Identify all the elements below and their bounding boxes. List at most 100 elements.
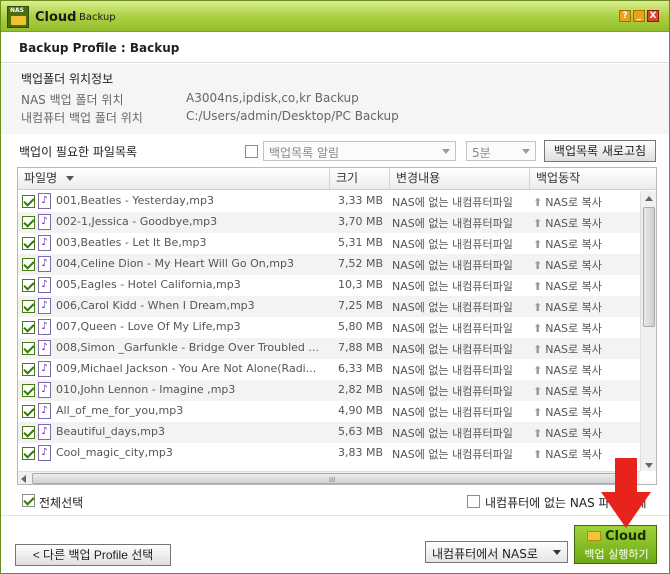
row-checkbox[interactable] (22, 300, 35, 313)
table-body: ♪ 001,Beatles - Yesterday,mp3 3,33 MB NAS에 … (18, 191, 640, 471)
profile-header: Backup Profile : Backup (1, 33, 669, 63)
chevron-down-icon (553, 550, 561, 555)
cell-file-name: 005,Eagles - Hotel California,mp3 (56, 278, 241, 291)
cell-change: NAS에 없는 내컴퓨터파일 (392, 406, 513, 419)
table-row[interactable]: ♪ All_of_me_for_you,mp3 4,90 MB NAS에 없는 내컴퓨… (18, 401, 640, 422)
row-checkbox[interactable] (22, 405, 35, 418)
music-file-icon: ♪ (38, 340, 51, 356)
table-row[interactable]: ♪ 006,Carol Kidd - When I Dream,mp3 7,25 M… (18, 296, 640, 317)
table-row[interactable]: ♪ 003,Beatles - Let It Be,mp3 5,31 MB NAS에 … (18, 233, 640, 254)
cell-action: ⬆ NAS로 복사 (533, 320, 602, 336)
row-checkbox[interactable] (22, 321, 35, 334)
cell-file-name: Cool_magic_city,mp3 (56, 446, 173, 459)
vertical-scroll-thumb[interactable] (643, 207, 655, 327)
select-all-label: 전체선택 (39, 496, 84, 510)
horizontal-scrollbar[interactable]: III (18, 471, 640, 484)
minimize-button[interactable]: _ (633, 10, 645, 22)
row-checkbox[interactable] (22, 237, 35, 250)
arrow-up-icon: ⬆ (533, 238, 543, 251)
row-checkbox[interactable] (22, 258, 35, 271)
cell-action-label: NAS로 복사 (545, 343, 602, 356)
run-backup-button[interactable]: Cloud 백업 실행하기 (574, 525, 657, 564)
cell-action-label: NAS로 복사 (545, 364, 602, 377)
row-checkbox[interactable] (22, 342, 35, 355)
table-row[interactable]: ♪ 004,Celine Dion - My Heart Will Go On,m… (18, 254, 640, 275)
refresh-list-button[interactable]: 백업목록 새로고침 (544, 140, 656, 162)
help-button[interactable]: ? (619, 10, 631, 22)
nas-cloud-logo: NAS (7, 6, 29, 28)
cell-file-name: 004,Celine Dion - My Heart Will Go On,mp… (56, 257, 294, 270)
file-list-heading: 백업이 필요한 파일목록 (19, 145, 138, 159)
cell-action-label: NAS로 복사 (545, 385, 602, 398)
row-checkbox[interactable] (22, 384, 35, 397)
folder-icon (11, 16, 26, 25)
select-all-checkbox[interactable] (22, 494, 35, 507)
table-row[interactable]: ♪ 009,Michael Jackson - You Are Not Alone… (18, 359, 640, 380)
table-row[interactable]: ♪ 005,Eagles - Hotel California,mp3 10,3 M… (18, 275, 640, 296)
cell-action: ⬆ NAS로 복사 (533, 236, 602, 252)
cell-action-label: NAS로 복사 (545, 196, 602, 209)
column-header-name[interactable]: 파일명 (18, 168, 330, 190)
cell-file-size: 7,88 MB (338, 341, 384, 354)
backup-direction-value: 내컴퓨터에서 NAS로 (432, 547, 538, 561)
table-row[interactable]: ♪ 007,Queen - Love Of My Life,mp3 5,80 MB N… (18, 317, 640, 338)
cell-file-size: 5,80 MB (338, 320, 384, 333)
title-bar[interactable]: NAS Cloud Backup ? _ X (1, 1, 669, 32)
scroll-left-icon[interactable] (21, 475, 26, 483)
cell-change: NAS에 없는 내컴퓨터파일 (392, 259, 513, 272)
music-file-icon: ♪ (38, 298, 51, 314)
music-file-icon: ♪ (38, 319, 51, 335)
close-button[interactable]: X (647, 10, 659, 22)
backup-alert-checkbox[interactable] (245, 145, 258, 158)
chevron-down-icon (522, 149, 530, 154)
cell-file-name: 010,John Lennon - Imagine ,mp3 (56, 383, 236, 396)
scroll-grip-icon: III (329, 476, 336, 484)
music-file-icon: ♪ (38, 382, 51, 398)
table-row[interactable]: ♪ Cool_magic_city,mp3 3,83 MB NAS에 없는 내컴퓨터파… (18, 443, 640, 464)
row-checkbox[interactable] (22, 363, 35, 376)
row-checkbox[interactable] (22, 216, 35, 229)
profile-title: Backup Profile : Backup (19, 41, 180, 55)
arrow-up-icon: ⬆ (533, 448, 543, 461)
scroll-up-icon[interactable] (645, 196, 653, 201)
arrow-up-icon: ⬆ (533, 364, 543, 377)
vertical-scrollbar[interactable] (640, 191, 656, 471)
app-window: NAS Cloud Backup ? _ X Backup Profile : … (0, 0, 670, 574)
select-other-profile-button[interactable]: < 다른 백업 Profile 선택 (15, 544, 171, 566)
row-checkbox[interactable] (22, 195, 35, 208)
backup-alert-select[interactable]: 백업목록 알림 (263, 141, 456, 161)
column-header-action[interactable]: 백업동작 (530, 168, 642, 190)
run-backup-subtitle: 백업 실행하기 (584, 548, 649, 561)
cell-action: ⬆ NAS로 복사 (533, 446, 602, 462)
table-row[interactable]: ♪ 010,John Lennon - Imagine ,mp3 2,82 MB NA… (18, 380, 640, 401)
red-arrow-shape (601, 458, 651, 528)
music-file-icon: ♪ (38, 403, 51, 419)
table-row[interactable]: ♪ 002-1,Jessica - Goodbye,mp3 3,70 MB NAS에 … (18, 212, 640, 233)
cell-change: NAS에 없는 내컴퓨터파일 (392, 427, 513, 440)
nas-folder-value: A3004ns,ipdisk,co,kr Backup (186, 91, 359, 105)
nas-folder-label: NAS 백업 폴더 위치 (21, 93, 124, 107)
cell-change: NAS에 없는 내컴퓨터파일 (392, 301, 513, 314)
backup-alert-select-value: 백업목록 알림 (269, 146, 340, 160)
table-row[interactable]: ♪ 008,Simon _Garfunkle - Bridge Over Trou… (18, 338, 640, 359)
delete-nas-files-checkbox[interactable] (467, 495, 480, 508)
table-row[interactable]: ♪ 001,Beatles - Yesterday,mp3 3,33 MB NAS에 … (18, 191, 640, 212)
row-checkbox[interactable] (22, 447, 35, 460)
music-file-icon: ♪ (38, 277, 51, 293)
cell-change: NAS에 없는 내컴퓨터파일 (392, 196, 513, 209)
horizontal-scroll-thumb[interactable]: III (32, 473, 628, 484)
cell-action-label: NAS로 복사 (545, 322, 602, 335)
red-arrow-down-icon (601, 458, 651, 528)
row-checkbox[interactable] (22, 279, 35, 292)
table-row[interactable]: ♪ Beautiful_days,mp3 5,63 MB NAS에 없는 내컴퓨터파일… (18, 422, 640, 443)
run-backup-title: Cloud (605, 529, 647, 544)
interval-select[interactable]: 5분 (466, 141, 536, 161)
cell-file-size: 3,70 MB (338, 215, 384, 228)
cell-file-size: 3,33 MB (338, 194, 384, 207)
cell-file-name: All_of_me_for_you,mp3 (56, 404, 184, 417)
row-checkbox[interactable] (22, 426, 35, 439)
column-header-change[interactable]: 변경내용 (390, 168, 530, 190)
backup-direction-select[interactable]: 내컴퓨터에서 NAS로 (425, 541, 568, 563)
column-header-size[interactable]: 크기 (330, 168, 390, 190)
column-header-name-label: 파일명 (24, 171, 58, 185)
